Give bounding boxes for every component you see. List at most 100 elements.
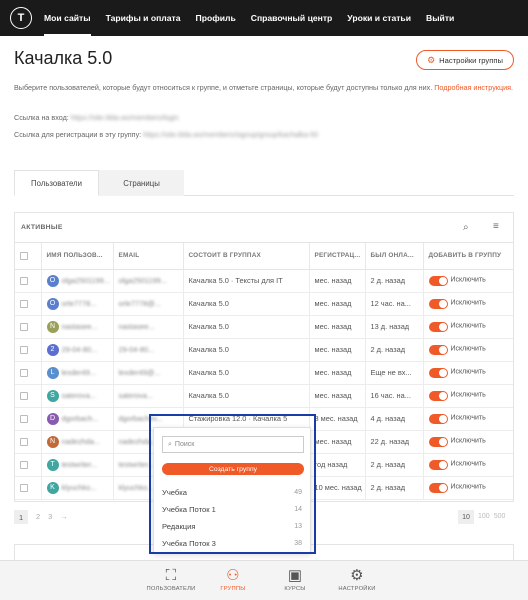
reg-link-url[interactable]: https://site.tilda.ws/members/signup/gro… bbox=[143, 130, 318, 139]
dropdown-item-redaktsiya[interactable]: Редакция 13 bbox=[154, 518, 310, 535]
email-cell: saterova... bbox=[113, 384, 184, 408]
col-email[interactable]: EMAIL bbox=[113, 243, 184, 270]
user-name-cell[interactable]: Oolga2501199... bbox=[41, 269, 114, 293]
row-checkbox[interactable] bbox=[15, 430, 42, 454]
col-add-to-group[interactable]: ДОБАВИТЬ В ГРУППУ bbox=[423, 243, 513, 270]
bottom-nav-groups[interactable]: ⚇ ГРУППЫ bbox=[198, 566, 268, 592]
bottom-nav-courses[interactable]: ▣ КУРСЫ bbox=[260, 566, 330, 592]
exclude-toggle[interactable] bbox=[428, 482, 448, 493]
user-email: olga2501199... bbox=[118, 276, 167, 286]
instruction-link[interactable]: Подробная инструкция. bbox=[434, 83, 513, 92]
bottom-nav-courses-label: КУРСЫ bbox=[284, 586, 306, 592]
user-name-cell[interactable]: Kklyuchko... bbox=[41, 476, 114, 500]
dropdown-item-uchebka[interactable]: Учебка 49 bbox=[154, 484, 310, 501]
page-3[interactable]: 3 bbox=[48, 510, 52, 524]
tab-users[interactable]: Пользователи bbox=[14, 170, 99, 196]
search-icon: ⌕ bbox=[168, 440, 172, 448]
avatar: N bbox=[46, 435, 59, 448]
user-name-cell[interactable]: Ssaterova... bbox=[41, 384, 114, 408]
user-email: dgorbachev... bbox=[118, 414, 163, 424]
exclude-toggle-label: Исключить bbox=[450, 277, 486, 285]
bottom-nav-users-label: ПОЛЬЗОВАТЕЛИ bbox=[146, 586, 196, 592]
exclude-toggle[interactable] bbox=[428, 436, 448, 447]
user-name-cell[interactable]: Oorle7778... bbox=[41, 292, 114, 316]
login-link-url[interactable]: https://site.tilda.ws/members/login bbox=[71, 113, 179, 122]
exclude-toggle-label: Исключить bbox=[450, 300, 486, 308]
per-page-10[interactable]: 10 bbox=[458, 510, 474, 524]
exclude-toggle[interactable] bbox=[428, 367, 448, 378]
row-checkbox[interactable] bbox=[15, 338, 42, 362]
row-checkbox[interactable] bbox=[15, 269, 42, 293]
exclude-toggle[interactable] bbox=[428, 459, 448, 470]
nav-tariffs[interactable]: Тарифы и оплата bbox=[106, 0, 181, 36]
nav-lessons[interactable]: Уроки и статьи bbox=[347, 0, 411, 36]
online-cell: 2 д. назад bbox=[365, 476, 424, 500]
exclude-toggle[interactable] bbox=[428, 298, 448, 309]
registered-cell: мес. назад bbox=[309, 430, 366, 454]
nav-my-sites[interactable]: Мои сайты bbox=[44, 0, 91, 36]
registered-cell: 10 мес. назад bbox=[309, 476, 366, 500]
user-name-cell[interactable]: Ttestwriter... bbox=[41, 453, 114, 477]
user-name: testwriter... bbox=[61, 460, 98, 469]
filter-icon[interactable]: ≡ bbox=[493, 221, 499, 232]
create-group-label: Создать группу bbox=[208, 465, 258, 473]
exclude-toggle[interactable] bbox=[428, 321, 448, 332]
col-online[interactable]: БЫЛ ОНЛА... bbox=[365, 243, 424, 270]
per-page-500[interactable]: 500 bbox=[494, 510, 506, 524]
add-to-group-cell: Исключить bbox=[423, 269, 513, 293]
col-groups[interactable]: СОСТОИТ В ГРУППАХ bbox=[183, 243, 310, 270]
dropdown-item-uchebka-potok-3[interactable]: Учебка Поток 3 38 bbox=[154, 535, 310, 552]
search-icon[interactable]: ⌕ bbox=[463, 222, 469, 233]
user-name-cell[interactable]: Llexder49... bbox=[41, 361, 114, 385]
nav-logout[interactable]: Выйти bbox=[426, 0, 454, 36]
user-name-cell[interactable]: 2 29-04-80... bbox=[41, 338, 114, 362]
user-email: nastasee... bbox=[118, 322, 155, 332]
exclude-toggle[interactable] bbox=[428, 275, 448, 286]
user-name-cell[interactable]: Nnadezhda... bbox=[41, 430, 114, 454]
user-name: dgorbach... bbox=[61, 414, 99, 423]
row-checkbox[interactable] bbox=[15, 476, 42, 500]
group-icon: ⚇ bbox=[226, 567, 240, 584]
col-registered[interactable]: РЕГИСТРАЦ... bbox=[309, 243, 366, 270]
nav-help-center[interactable]: Справочный центр bbox=[251, 0, 333, 36]
email-cell: olga2501199... bbox=[113, 269, 184, 293]
row-checkbox[interactable] bbox=[15, 292, 42, 316]
dropdown-item-count: 13 bbox=[294, 523, 302, 530]
add-to-group-cell: Исключить bbox=[423, 292, 513, 316]
group-settings-button[interactable]: ⚙ Настройки группы bbox=[416, 50, 514, 70]
tab-pages[interactable]: Страницы bbox=[99, 170, 184, 196]
exclude-toggle-label: Исключить bbox=[450, 392, 486, 400]
user-email: saterova... bbox=[118, 391, 154, 401]
gear-icon: ⚙ bbox=[427, 54, 436, 65]
table-row: Oorle7778... orle7778@... Качалка 5.0 мес. … bbox=[15, 292, 513, 316]
login-link-label: Ссылка на вход: bbox=[14, 113, 69, 122]
create-group-button[interactable]: Создать группу bbox=[162, 463, 304, 475]
row-checkbox[interactable] bbox=[15, 361, 42, 385]
select-all-checkbox[interactable] bbox=[15, 243, 42, 270]
row-checkbox[interactable] bbox=[15, 407, 42, 431]
user-name-cell[interactable]: Ddgorbach... bbox=[41, 407, 114, 431]
row-checkbox[interactable] bbox=[15, 384, 42, 408]
row-checkbox[interactable] bbox=[15, 453, 42, 477]
user-name: saterova... bbox=[61, 391, 97, 400]
per-page-100[interactable]: 100 bbox=[478, 510, 490, 524]
row-checkbox[interactable] bbox=[15, 315, 42, 339]
groups-cell: Качалка 5.0 bbox=[183, 292, 310, 316]
col-name[interactable]: ИМЯ ПОЛЬЗОВ... bbox=[41, 243, 114, 270]
exclude-toggle[interactable] bbox=[428, 390, 448, 401]
dropdown-search-input[interactable]: ⌕ Поиск bbox=[162, 436, 304, 453]
dropdown-item-uchebka-potok-1[interactable]: Учебка Поток 1 14 bbox=[154, 501, 310, 518]
page-next[interactable]: → bbox=[60, 510, 67, 524]
nav-profile[interactable]: Профиль bbox=[196, 0, 236, 36]
exclude-toggle[interactable] bbox=[428, 344, 448, 355]
bottom-nav-users[interactable]: ⛶ ПОЛЬЗОВАТЕЛИ bbox=[136, 566, 206, 592]
page-2[interactable]: 2 bbox=[36, 510, 40, 524]
page-1[interactable]: 1 bbox=[14, 510, 28, 524]
reg-link-label: Ссылка для регистрации в эту группу: bbox=[14, 130, 142, 139]
dropdown-item-label: Учебка Поток 3 bbox=[162, 539, 216, 548]
logo-icon[interactable]: T bbox=[10, 7, 32, 29]
description: Выберите пользователей, которые будут от… bbox=[14, 82, 514, 94]
bottom-nav-settings[interactable]: ⚙ НАСТРОЙКИ bbox=[322, 566, 392, 592]
exclude-toggle[interactable] bbox=[428, 413, 448, 424]
user-name-cell[interactable]: Nnastasee... bbox=[41, 315, 114, 339]
